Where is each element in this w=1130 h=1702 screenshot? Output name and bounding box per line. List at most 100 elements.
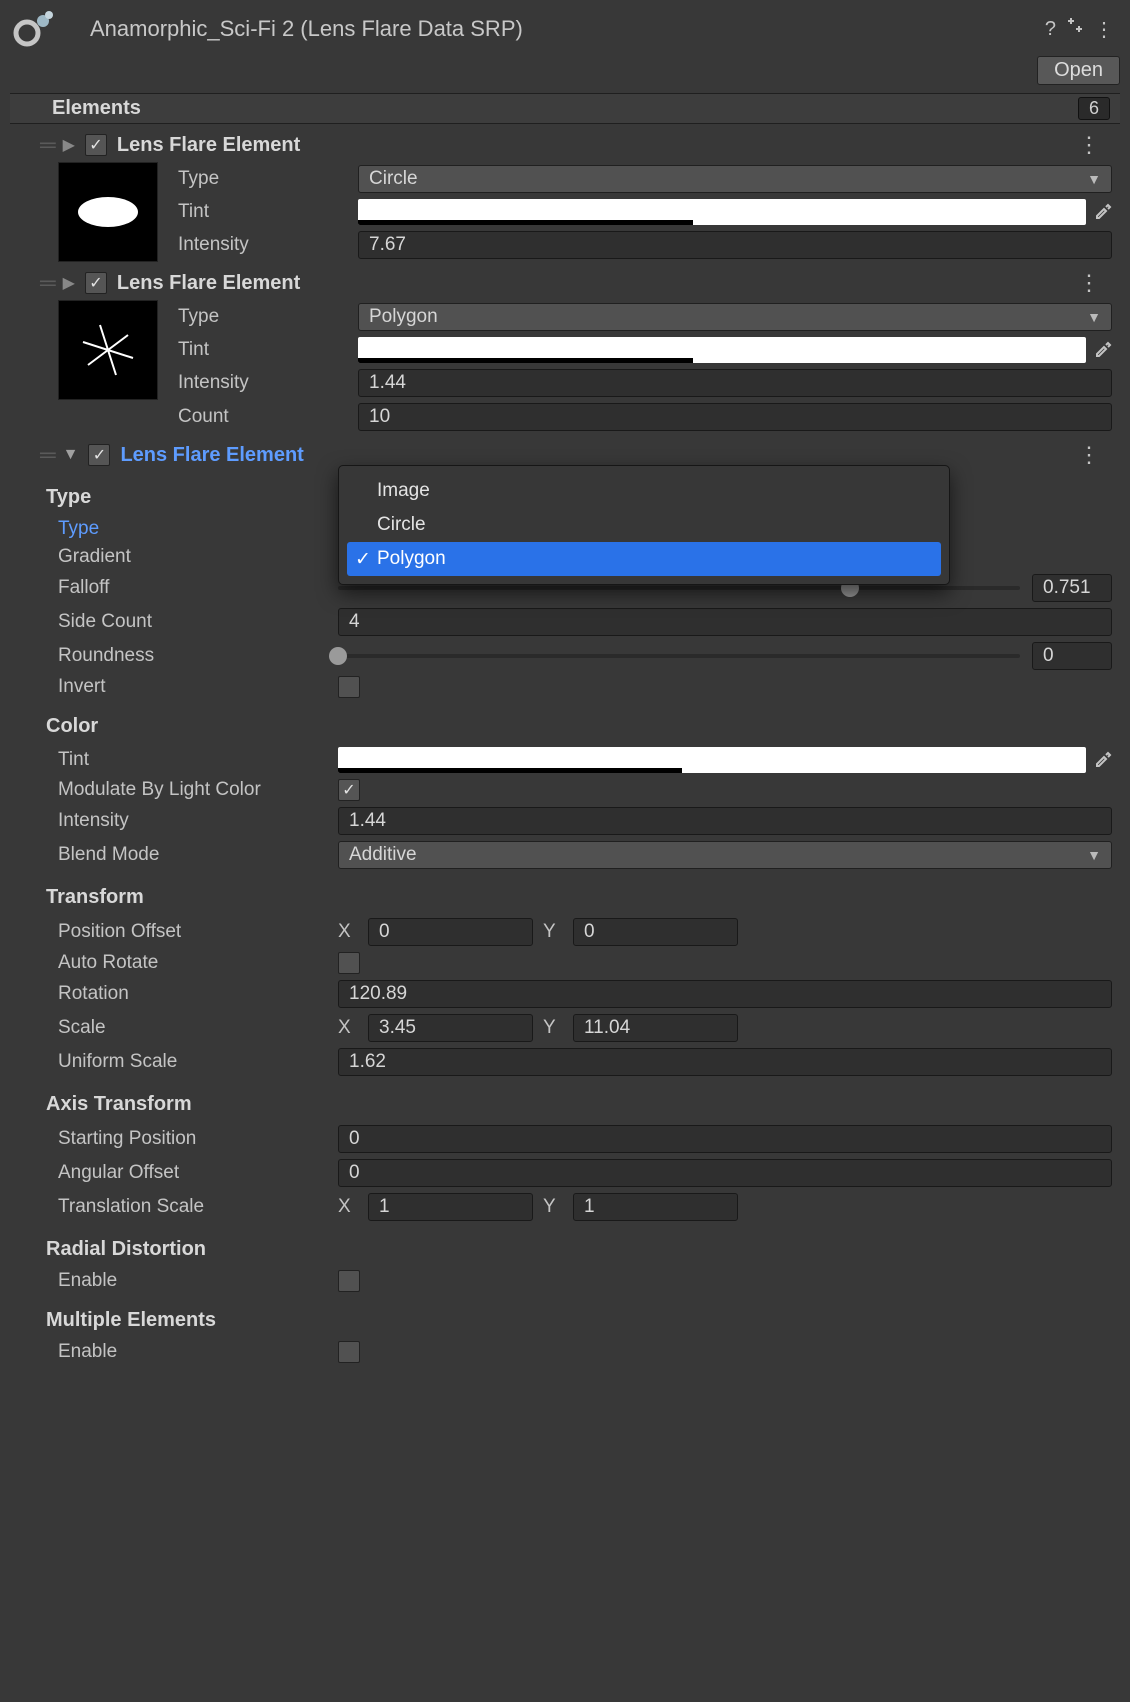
enable-label: Enable bbox=[58, 1341, 338, 1363]
sidecount-field[interactable]: 4 bbox=[338, 608, 1112, 636]
help-icon[interactable]: ? bbox=[1045, 18, 1056, 41]
type-value: Circle bbox=[369, 168, 418, 190]
open-button[interactable]: Open bbox=[1037, 56, 1120, 85]
roundness-label: Roundness bbox=[58, 645, 338, 667]
elements-header[interactable]: Elements 6 bbox=[10, 93, 1120, 124]
element-thumbnail[interactable] bbox=[58, 162, 158, 262]
type-popup: Image Circle ✓ Polygon bbox=[338, 465, 950, 585]
scale-label: Scale bbox=[58, 1017, 338, 1039]
color-section-heading: Color bbox=[18, 701, 1112, 744]
invert-checkbox[interactable] bbox=[338, 676, 360, 698]
popup-item-image[interactable]: Image bbox=[347, 474, 941, 508]
chevron-down-icon: ▼ bbox=[1087, 309, 1101, 325]
chevron-down-icon: ▼ bbox=[1087, 171, 1101, 187]
angoff-field[interactable]: 0 bbox=[338, 1159, 1112, 1187]
chevron-down-icon[interactable]: ▼ bbox=[63, 446, 79, 464]
popup-item-circle[interactable]: Circle bbox=[347, 508, 941, 542]
more-icon[interactable]: ⋮ bbox=[1094, 17, 1114, 42]
blend-label: Blend Mode bbox=[58, 844, 338, 866]
element-more-icon[interactable]: ⋮ bbox=[1078, 270, 1112, 296]
type-dropdown[interactable]: Circle ▼ bbox=[358, 165, 1112, 193]
x-label: X bbox=[338, 1196, 358, 1218]
angoff-label: Angular Offset bbox=[58, 1162, 338, 1184]
startpos-field[interactable]: 0 bbox=[338, 1125, 1112, 1153]
eyedropper-icon[interactable] bbox=[1094, 201, 1112, 224]
intensity-field[interactable]: 1.44 bbox=[338, 807, 1112, 835]
element-title: Lens Flare Element bbox=[117, 272, 300, 295]
type-label: Type bbox=[178, 168, 358, 190]
posoff-x-field[interactable]: 0 bbox=[368, 918, 533, 946]
enable-checkbox[interactable]: ✓ bbox=[85, 134, 107, 156]
type-label: Type bbox=[178, 306, 358, 328]
eyedropper-icon[interactable] bbox=[1094, 749, 1112, 772]
drag-handle-icon[interactable]: ═ bbox=[40, 132, 53, 158]
blend-value: Additive bbox=[349, 844, 417, 866]
tscale-x-field[interactable]: 1 bbox=[368, 1193, 533, 1221]
tint-label: Tint bbox=[58, 749, 338, 771]
element-more-icon[interactable]: ⋮ bbox=[1078, 442, 1112, 468]
chevron-down-icon: ▼ bbox=[1087, 847, 1101, 863]
element-more-icon[interactable]: ⋮ bbox=[1078, 132, 1112, 158]
multi-enable-checkbox[interactable] bbox=[338, 1341, 360, 1363]
asset-icon bbox=[10, 9, 60, 49]
posoff-label: Position Offset bbox=[58, 921, 338, 943]
type-dropdown[interactable]: Polygon ▼ bbox=[358, 303, 1112, 331]
rotation-field[interactable]: 120.89 bbox=[338, 980, 1112, 1008]
elements-count[interactable]: 6 bbox=[1078, 97, 1110, 120]
tscale-y-field[interactable]: 1 bbox=[573, 1193, 738, 1221]
count-label: Count bbox=[178, 406, 358, 428]
blend-dropdown[interactable]: Additive ▼ bbox=[338, 841, 1112, 869]
type-label: Type bbox=[58, 518, 338, 540]
gradient-label: Gradient bbox=[58, 546, 338, 568]
y-label: Y bbox=[543, 1017, 563, 1039]
falloff-value[interactable]: 0.751 bbox=[1032, 574, 1112, 602]
falloff-slider[interactable] bbox=[338, 586, 1020, 590]
count-field[interactable]: 10 bbox=[358, 403, 1112, 431]
tint-color-field[interactable] bbox=[338, 747, 1086, 773]
scale-x-field[interactable]: 3.45 bbox=[368, 1014, 533, 1042]
element-thumbnail[interactable] bbox=[58, 300, 158, 400]
rotation-label: Rotation bbox=[58, 983, 338, 1005]
posoff-y-field[interactable]: 0 bbox=[573, 918, 738, 946]
intensity-label: Intensity bbox=[178, 372, 358, 394]
roundness-slider[interactable] bbox=[338, 654, 1020, 658]
tint-color-field[interactable] bbox=[358, 199, 1086, 225]
drag-handle-icon[interactable]: ═ bbox=[40, 270, 53, 296]
transform-section-heading: Transform bbox=[18, 872, 1112, 915]
modulate-checkbox[interactable]: ✓ bbox=[338, 779, 360, 801]
popup-item-polygon[interactable]: ✓ Polygon bbox=[347, 542, 941, 576]
popup-item-label: Polygon bbox=[377, 548, 446, 569]
uscale-field[interactable]: 1.62 bbox=[338, 1048, 1112, 1076]
x-label: X bbox=[338, 1017, 358, 1039]
radial-section-heading: Radial Distortion bbox=[18, 1224, 1112, 1267]
enable-label: Enable bbox=[58, 1270, 338, 1292]
drag-handle-icon[interactable]: ═ bbox=[40, 442, 53, 468]
chevron-right-icon[interactable]: ▶ bbox=[63, 273, 75, 293]
autorotate-checkbox[interactable] bbox=[338, 952, 360, 974]
tint-color-field[interactable] bbox=[358, 337, 1086, 363]
startpos-label: Starting Position bbox=[58, 1128, 338, 1150]
tint-label: Tint bbox=[178, 339, 358, 361]
chevron-right-icon[interactable]: ▶ bbox=[63, 135, 75, 155]
enable-checkbox[interactable]: ✓ bbox=[88, 444, 110, 466]
type-value: Polygon bbox=[369, 306, 438, 328]
y-label: Y bbox=[543, 921, 563, 943]
element-title: Lens Flare Element bbox=[120, 444, 303, 467]
tscale-label: Translation Scale bbox=[58, 1196, 338, 1218]
eyedropper-icon[interactable] bbox=[1094, 339, 1112, 362]
preset-icon[interactable] bbox=[1066, 17, 1084, 41]
invert-label: Invert bbox=[58, 676, 338, 698]
x-label: X bbox=[338, 921, 358, 943]
falloff-label: Falloff bbox=[58, 577, 338, 599]
section-title: Elements bbox=[18, 97, 141, 120]
multi-section-heading: Multiple Elements bbox=[18, 1295, 1112, 1338]
intensity-field[interactable]: 1.44 bbox=[358, 369, 1112, 397]
roundness-value[interactable]: 0 bbox=[1032, 642, 1112, 670]
scale-y-field[interactable]: 11.04 bbox=[573, 1014, 738, 1042]
radial-enable-checkbox[interactable] bbox=[338, 1270, 360, 1292]
sidecount-label: Side Count bbox=[58, 611, 338, 633]
uscale-label: Uniform Scale bbox=[58, 1051, 338, 1073]
intensity-label: Intensity bbox=[178, 234, 358, 256]
intensity-field[interactable]: 7.67 bbox=[358, 231, 1112, 259]
enable-checkbox[interactable]: ✓ bbox=[85, 272, 107, 294]
